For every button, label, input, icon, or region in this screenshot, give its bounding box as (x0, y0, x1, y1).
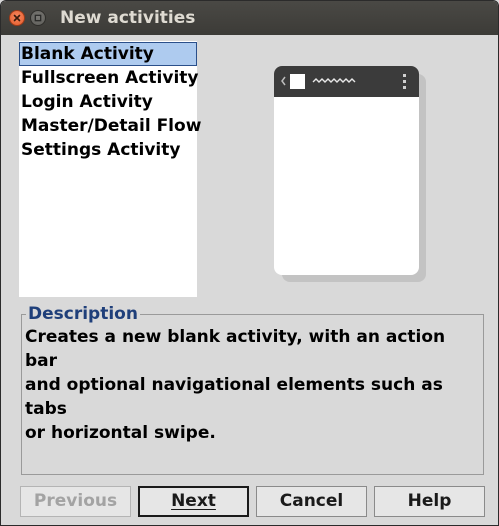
minimize-icon (34, 14, 42, 22)
cancel-button[interactable]: Cancel (256, 486, 367, 517)
title-placeholder-icon (312, 78, 356, 83)
description-text: Creates a new blank activity, with an ac… (25, 325, 480, 445)
description-legend: Description (26, 303, 140, 325)
list-item-login-activity[interactable]: Login Activity (19, 90, 197, 114)
list-item-settings-activity[interactable]: Settings Activity (19, 138, 197, 162)
minimize-window-button[interactable] (30, 10, 46, 26)
preview-action-bar (274, 66, 419, 97)
new-activities-dialog: New activities Blank Activity Fullscreen… (0, 0, 499, 526)
next-button[interactable]: Next (138, 486, 249, 517)
app-icon (290, 74, 305, 89)
close-window-button[interactable] (9, 10, 25, 26)
window-title: New activities (60, 8, 196, 28)
activity-list[interactable]: Blank Activity Fullscreen Activity Login… (19, 41, 201, 297)
description-line: or horizontal swipe. (25, 423, 216, 443)
description-line: Creates a new blank activity, with an ac… (25, 327, 446, 371)
list-item-blank-activity[interactable]: Blank Activity (19, 42, 197, 66)
list-item-master-detail-flow[interactable]: Master/Detail Flow (19, 114, 201, 138)
overflow-menu-icon (403, 74, 406, 89)
list-item-fullscreen-activity[interactable]: Fullscreen Activity (19, 66, 199, 90)
previous-button[interactable]: Previous (20, 486, 131, 517)
help-button[interactable]: Help (374, 486, 485, 517)
back-caret-icon (281, 76, 286, 86)
close-icon (13, 14, 21, 22)
description-line: and optional navigational elements such … (25, 375, 443, 419)
title-bar[interactable]: New activities (1, 1, 498, 35)
next-button-label: Next (171, 491, 216, 511)
activity-preview-image (274, 66, 419, 275)
